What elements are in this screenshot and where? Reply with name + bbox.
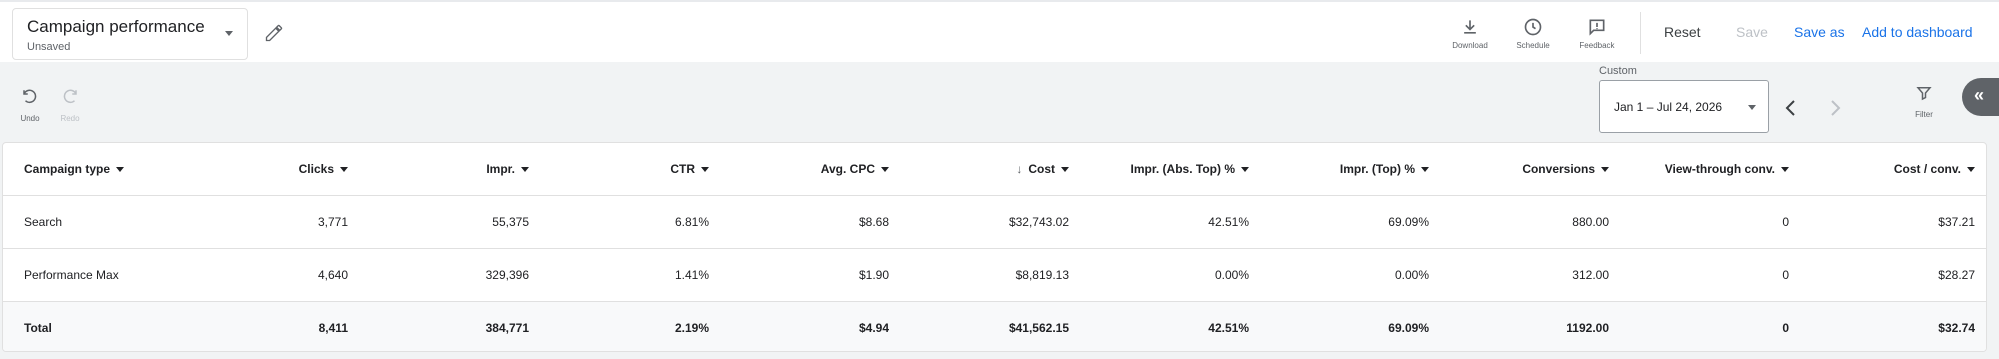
sort-caret-icon — [116, 167, 125, 173]
column-header-impr-top[interactable]: Impr. (Top) % — [1243, 143, 1429, 195]
total-clicks: 8,411 — [318, 321, 348, 335]
total-view-through-conv: 0 — [1782, 321, 1789, 335]
undo-label: Undo — [20, 114, 40, 123]
feedback-icon — [1589, 19, 1605, 36]
feedback-label: Feedback — [1579, 41, 1615, 50]
top-toolbar: Campaign performance Unsaved Download Sc… — [0, 0, 1999, 62]
previous-period-icon[interactable] — [1779, 96, 1803, 120]
schedule-button[interactable]: Schedule — [1508, 17, 1558, 57]
filter-button[interactable]: Filter — [1904, 84, 1944, 119]
table-row: Search 3,771 55,375 6.81% $8.68 $32,743.… — [3, 196, 1986, 249]
report-selector[interactable]: Campaign performance Unsaved — [12, 8, 248, 60]
add-to-dashboard-button[interactable]: Add to dashboard — [1862, 24, 1973, 40]
cell-impr-top: 0.00% — [1394, 268, 1429, 282]
cell-avg-cpc: $8.68 — [858, 215, 889, 229]
date-range-label: Custom — [1599, 65, 1637, 77]
cell-avg-cpc: $1.90 — [858, 268, 889, 282]
collapse-panel-button[interactable]: « — [1962, 78, 1999, 116]
cell-impr-abs-top: 42.51% — [1208, 215, 1249, 229]
cell-impr-abs-top: 0.00% — [1214, 268, 1249, 282]
save-as-button[interactable]: Save as — [1794, 24, 1845, 40]
toolbar-divider — [1640, 12, 1641, 54]
feedback-button[interactable]: Feedback — [1572, 17, 1622, 57]
chevron-down-icon — [225, 31, 233, 36]
download-icon — [1464, 20, 1476, 34]
cell-view-through-conv: 0 — [1782, 215, 1789, 229]
double-chevron-left-icon: « — [1974, 85, 1985, 105]
table-row: Performance Max 4,640 329,396 1.41% $1.9… — [3, 249, 1986, 302]
column-header-impr-abs-top[interactable]: Impr. (Abs. Top) % — [1063, 143, 1249, 195]
report-title: Campaign performance — [27, 17, 205, 36]
clock-icon — [1524, 18, 1542, 36]
redo-icon — [63, 89, 77, 104]
cell-impr-top: 69.09% — [1388, 215, 1429, 229]
redo-button[interactable]: Redo — [50, 88, 90, 123]
cell-clicks: 3,771 — [317, 215, 348, 229]
undo-button[interactable]: Undo — [10, 88, 50, 123]
total-impr-abs-top: 42.51% — [1208, 321, 1249, 335]
column-header-avg-cpc[interactable]: Avg. CPC — [703, 143, 889, 195]
cell-cost-per-conv: $37.21 — [1938, 215, 1975, 229]
cell-conversions: 312.00 — [1572, 268, 1609, 282]
download-label: Download — [1452, 41, 1488, 50]
date-range-value: Jan 1 – Jul 24, 2026 — [1614, 100, 1723, 114]
total-avg-cpc: $4.94 — [858, 321, 889, 335]
table-header-row: Campaign type Clicks Impr. CTR Avg. CPC … — [3, 143, 1986, 196]
table-total-row: Total 8,411 384,771 2.19% $4.94 $41,562.… — [3, 302, 1986, 351]
column-header-impr[interactable]: Impr. — [343, 143, 529, 195]
cell-impr: 55,375 — [492, 215, 529, 229]
report-status: Unsaved — [27, 41, 71, 53]
column-header-cost-per-conv[interactable]: Cost / conv. — [1783, 143, 1975, 195]
undo-icon — [23, 89, 37, 104]
cell-clicks: 4,640 — [317, 268, 348, 282]
cell-view-through-conv: 0 — [1782, 268, 1789, 282]
chevron-down-icon — [1748, 105, 1756, 110]
cell-cost: $32,743.02 — [1008, 215, 1069, 229]
column-header-clicks[interactable]: Clicks — [163, 143, 348, 195]
schedule-label: Schedule — [1516, 41, 1550, 50]
filter-icon — [1916, 87, 1932, 101]
filter-label: Filter — [1915, 110, 1933, 119]
total-cost: $41,562.15 — [1008, 321, 1069, 335]
date-range-selector[interactable]: Jan 1 – Jul 24, 2026 — [1599, 80, 1769, 133]
cell-cost-per-conv: $28.27 — [1938, 268, 1975, 282]
arrow-down-icon: ↓ — [1016, 162, 1023, 176]
cell-ctr: 1.41% — [674, 268, 709, 282]
redo-label: Redo — [60, 114, 80, 123]
next-period-icon[interactable] — [1823, 96, 1847, 120]
column-header-view-through-conv[interactable]: View-through conv. — [1603, 143, 1789, 195]
sort-caret-icon — [1967, 167, 1975, 173]
reset-button[interactable]: Reset — [1664, 24, 1701, 40]
total-ctr: 2.19% — [674, 321, 709, 335]
save-button[interactable]: Save — [1736, 24, 1768, 40]
column-header-cost[interactable]: ↓ Cost — [883, 143, 1069, 195]
total-impr-top: 69.09% — [1388, 321, 1429, 335]
cell-ctr: 6.81% — [674, 215, 709, 229]
cell-impr: 329,396 — [485, 268, 529, 282]
total-conversions: 1192.00 — [1566, 321, 1609, 335]
column-header-conversions[interactable]: Conversions — [1423, 143, 1609, 195]
pencil-icon[interactable] — [264, 23, 284, 43]
report-table: Campaign type Clicks Impr. CTR Avg. CPC … — [2, 142, 1987, 352]
download-button[interactable]: Download — [1445, 17, 1495, 57]
total-cost-per-conv: $32.74 — [1938, 321, 1975, 335]
cell-conversions: 880.00 — [1572, 215, 1609, 229]
total-impr: 384,771 — [485, 321, 529, 335]
column-header-ctr[interactable]: CTR — [523, 143, 709, 195]
cell-cost: $8,819.13 — [1015, 268, 1069, 282]
